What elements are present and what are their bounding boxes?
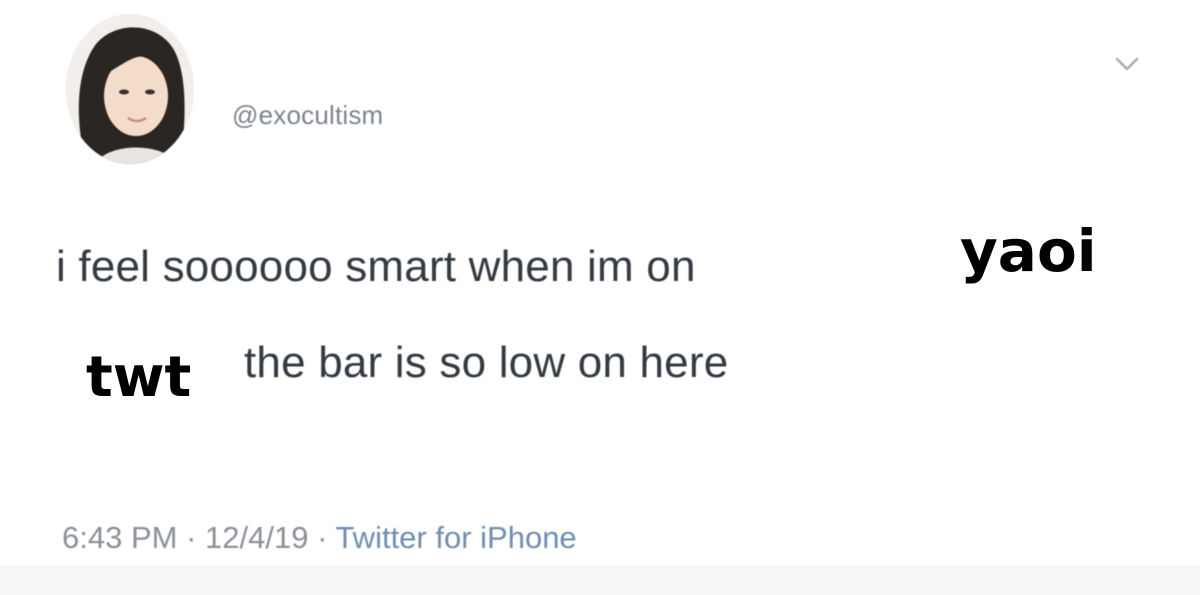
- tweet-text-line-2: the bar is so low on here: [244, 338, 729, 387]
- tweet-date[interactable]: 12/4/19: [205, 520, 308, 555]
- avatar-image: [66, 14, 194, 164]
- chevron-down-icon[interactable]: [1113, 54, 1141, 74]
- overlay-word-twt: twt: [86, 345, 192, 410]
- avatar[interactable]: [66, 14, 194, 164]
- tweet-meta: 6:43 PM · 12/4/19 · Twitter for iPhone: [62, 520, 577, 556]
- user-handle[interactable]: @exocultism: [232, 100, 383, 131]
- bottom-divider-strip: [0, 565, 1200, 595]
- meta-separator: ·: [308, 520, 336, 555]
- meta-separator: ·: [177, 520, 206, 555]
- overlay-word-yaoi: yaoi: [960, 217, 1097, 285]
- tweet-text-line-1: i feel soooooo smart when im on: [56, 242, 696, 291]
- tweet-time[interactable]: 6:43 PM: [62, 520, 177, 555]
- tweet-source-link[interactable]: Twitter for iPhone: [335, 520, 576, 555]
